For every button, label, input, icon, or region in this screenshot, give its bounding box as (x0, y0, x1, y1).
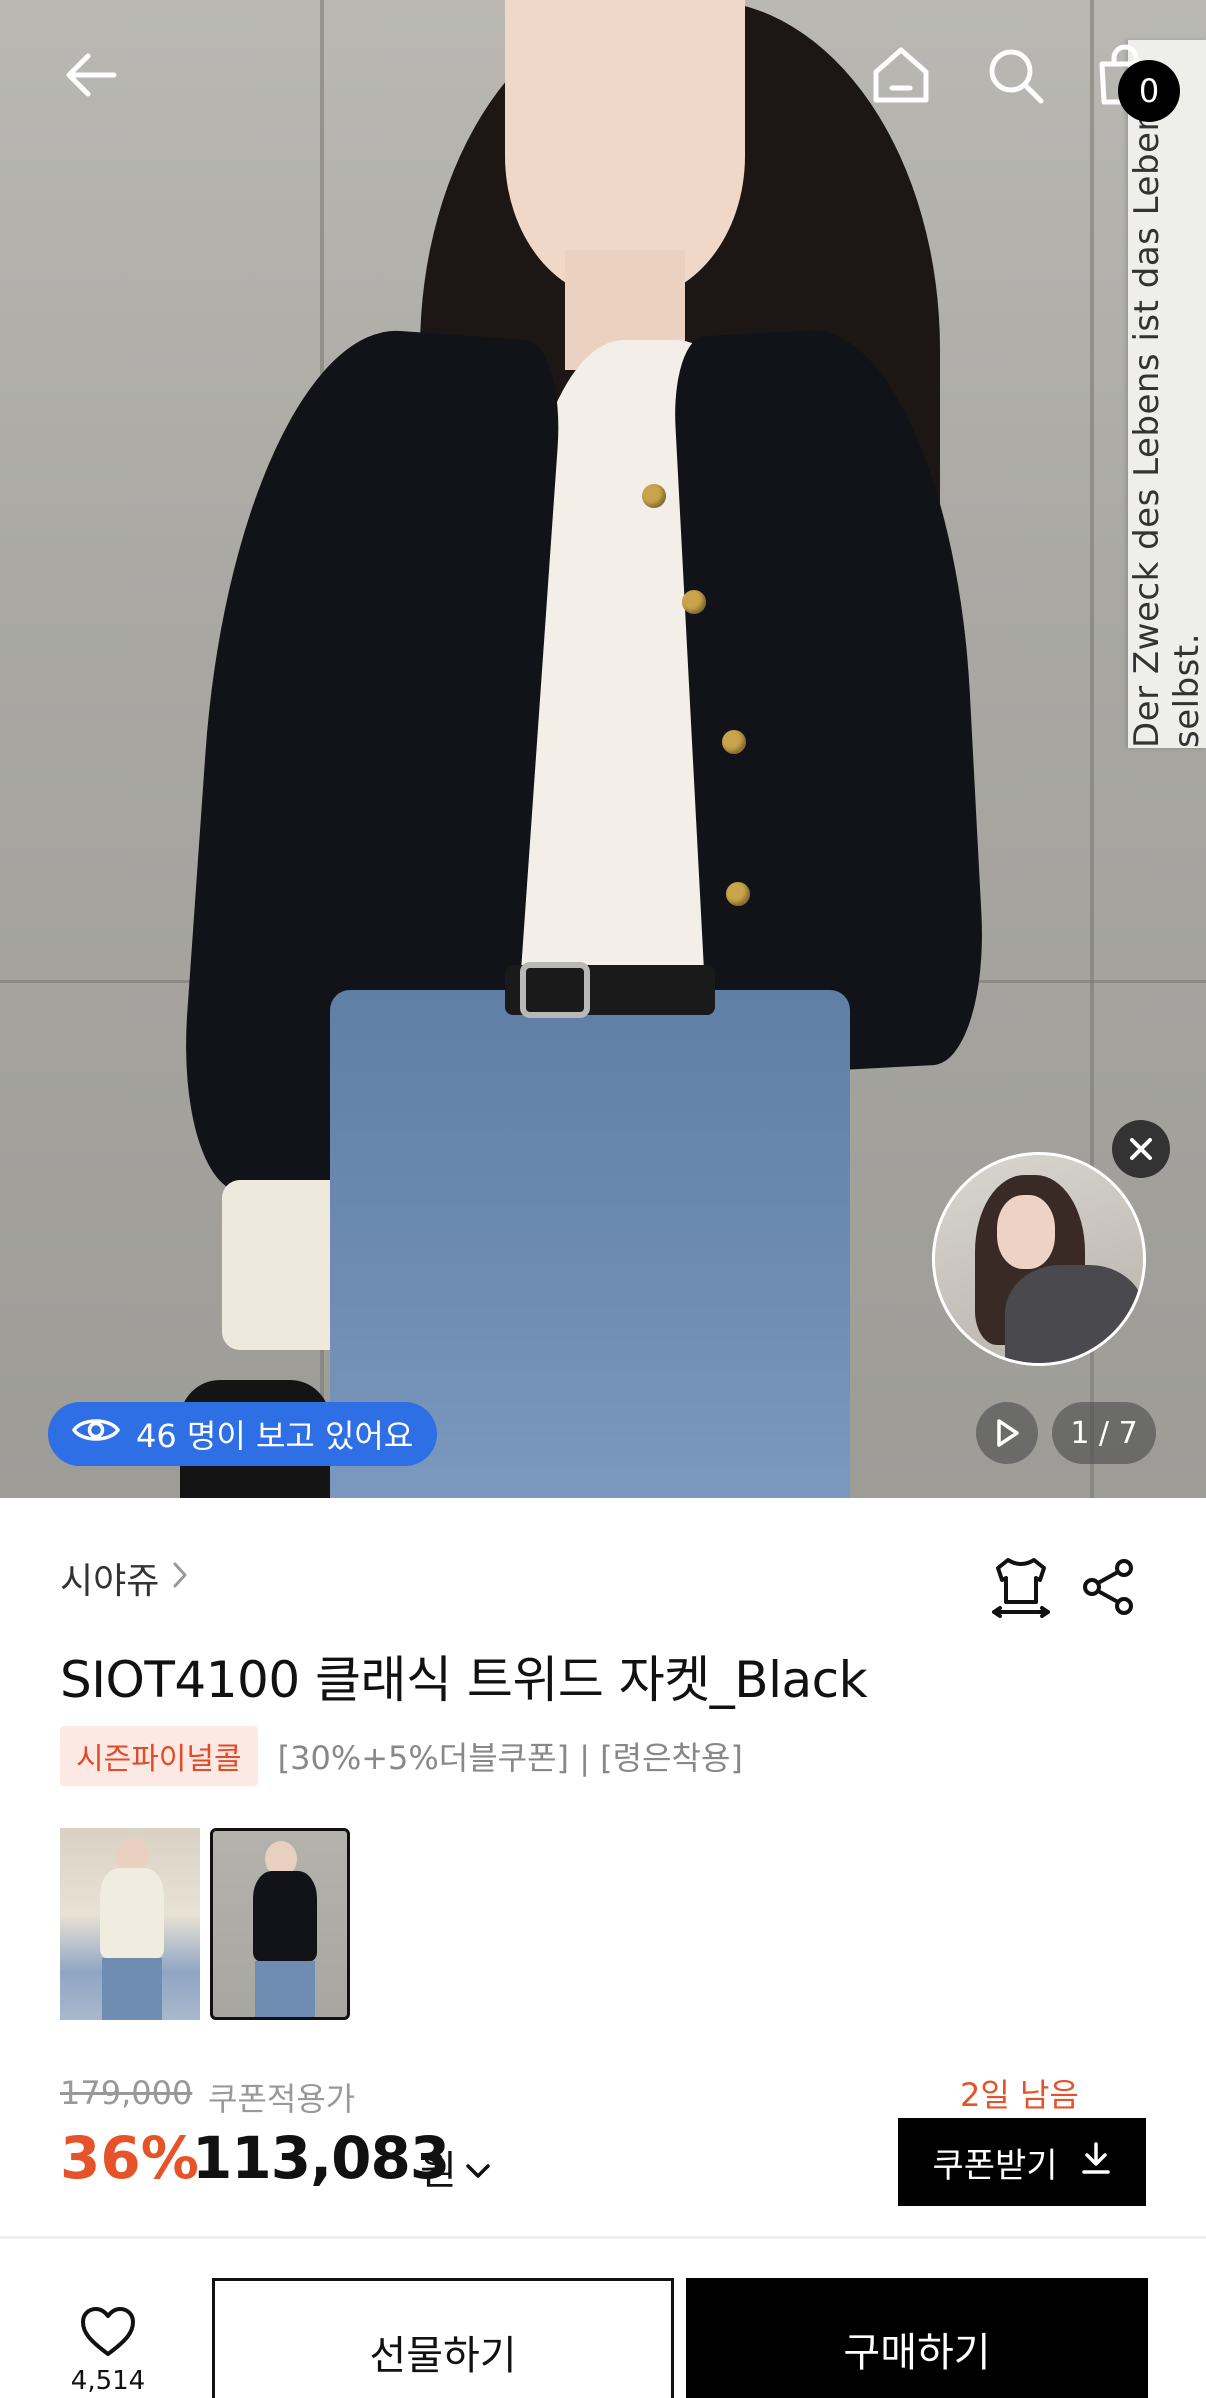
product-title: SIOT4100 클래식 트위드 자켓_Black (60, 1651, 868, 1709)
buy-button-label: 구매하기 (843, 2330, 991, 2376)
section-divider (0, 2236, 1206, 2239)
bubble-face (997, 1195, 1055, 1269)
viewers-text: 46 명이 보고 있어요 (136, 1417, 414, 1455)
promo-description: [30%+5%더블쿠폰] | [령은착용] (277, 1739, 743, 1777)
color-option-black[interactable] (210, 1828, 350, 2020)
sale-price: 113,083 (192, 2124, 450, 2192)
brand-link[interactable]: 시야쥬 (60, 1552, 189, 1604)
thumb-jacket (253, 1871, 317, 1961)
chevron-right-icon (171, 1558, 189, 1599)
heart-icon (79, 2306, 137, 2362)
bubble-coat (1005, 1265, 1143, 1363)
belt-buckle (520, 962, 590, 1018)
get-coupon-label: 쿠폰받기 (932, 2146, 1058, 2185)
promo-row: 시즌파이널콜 [30%+5%더블쿠폰] | [령은착용] (60, 1726, 743, 1786)
jacket-button (682, 590, 706, 614)
share-icon[interactable] (1080, 1558, 1138, 1620)
discount-rate: 36% (60, 2124, 199, 2192)
download-icon (1080, 2141, 1112, 2184)
get-coupon-button[interactable]: 쿠폰받기 (898, 2118, 1146, 2206)
hanger-size-icon[interactable] (990, 1554, 1052, 1624)
coupon-price-label: 쿠폰적용가 (208, 2080, 356, 2118)
thumb-jacket (100, 1868, 164, 1958)
back-arrow-icon[interactable] (56, 40, 126, 110)
like-button[interactable]: 4,514 (60, 2306, 156, 2396)
viewers-badge: 46 명이 보고 있어요 (48, 1402, 438, 1466)
original-price: 179,000 (60, 2074, 193, 2112)
promo-tag: 시즌파이널콜 (60, 1726, 258, 1786)
play-icon[interactable] (976, 1402, 1038, 1464)
coupon-days-left: 2일 남음 (960, 2076, 1079, 2114)
chevron-down-icon (465, 2144, 491, 2190)
jacket-button (722, 730, 746, 754)
eye-icon (71, 1415, 121, 1453)
image-counter: 1 / 7 (1052, 1402, 1156, 1464)
buy-button[interactable]: 구매하기 (686, 2278, 1148, 2398)
wall-sign-text: Der Zweck des Lebens ist das Leben selbs… (1127, 109, 1206, 749)
price-details-toggle[interactable]: 원 (420, 2138, 491, 2196)
currency-label: 원 (420, 2148, 457, 2194)
brand-name: 시야쥬 (60, 1561, 160, 1602)
like-count: 4,514 (70, 2366, 146, 2396)
jacket-button (642, 484, 666, 508)
search-icon[interactable] (980, 40, 1050, 110)
gift-button-label: 선물하기 (369, 2333, 517, 2379)
video-preview-bubble[interactable] (932, 1152, 1146, 1366)
jacket-right (670, 323, 990, 1077)
color-options (60, 1828, 350, 2020)
gift-button[interactable]: 선물하기 (212, 2278, 674, 2398)
color-option-ivory[interactable] (60, 1828, 200, 2020)
thumb-jeans (102, 1958, 162, 2020)
cart-count-badge: 0 (1118, 60, 1180, 122)
home-icon[interactable] (866, 40, 936, 110)
close-icon[interactable] (1112, 1120, 1170, 1178)
thumb-jeans (255, 1961, 315, 2017)
jacket-button (726, 882, 750, 906)
